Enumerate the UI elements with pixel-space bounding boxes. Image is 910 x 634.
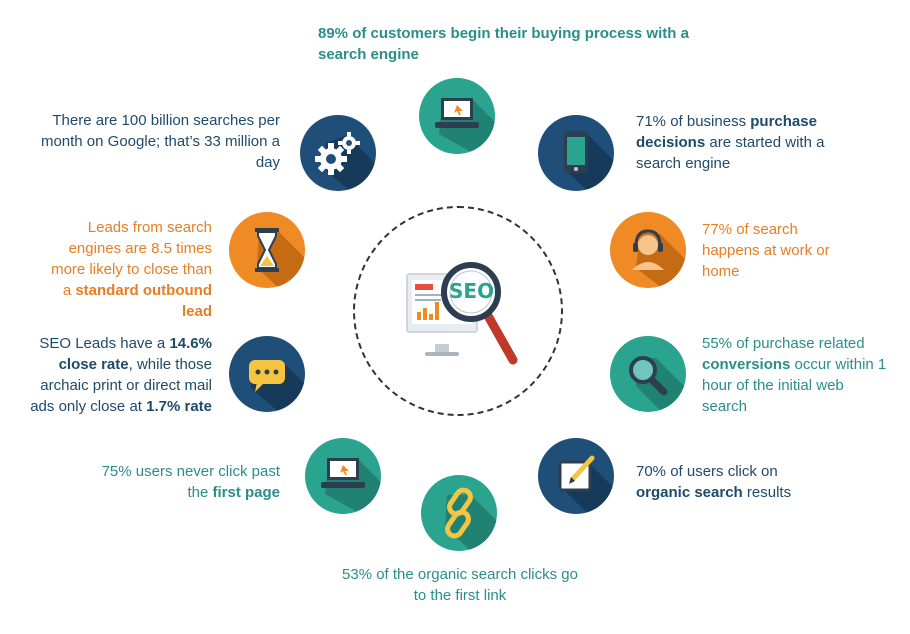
- link-icon: [445, 487, 497, 551]
- stat-8x-text: Leads from search engines are 8.5 times …: [51, 219, 212, 320]
- stat-70-circle: [538, 438, 614, 514]
- stat-75-circle: [305, 438, 381, 514]
- stat-75-text: 75% users never click past the first pag…: [101, 463, 280, 501]
- stat-70-text: 70% of users click on organic search res…: [636, 463, 792, 501]
- stat-89-text: 89% of customers begin their buying proc…: [318, 25, 689, 63]
- edit-icon: [558, 455, 614, 514]
- headset-person-icon: [632, 229, 686, 288]
- stat-seo-leads-text: SEO Leads have a 14.6% close rate, while…: [30, 335, 212, 415]
- chat-bubble-icon: [249, 360, 305, 412]
- stat-55-circle: [610, 336, 686, 412]
- laptop-icon: [435, 98, 495, 154]
- stat-77-text: 77% of search happens at work or home: [702, 221, 830, 280]
- stat-8x-circle: [229, 212, 305, 288]
- center-seo-illustration: SEO: [405, 262, 525, 372]
- gears-icon: [315, 132, 376, 191]
- stat-89-circle: [419, 78, 495, 154]
- smartphone-icon: [564, 131, 614, 191]
- stat-53-circle: [421, 475, 497, 551]
- stat-seo-leads-circle: [229, 336, 305, 412]
- stat-71-circle: [538, 115, 614, 191]
- hourglass-icon: [255, 228, 305, 288]
- stat-77-circle: [610, 212, 686, 288]
- search-icon: [629, 356, 686, 412]
- stat-71-text: 71% of business purchase decisions are s…: [636, 113, 825, 172]
- seo-logo-text: SEO: [449, 279, 495, 303]
- stat-100b-circle: [300, 115, 376, 191]
- stat-100b-text: There are 100 billion searches per month…: [40, 112, 280, 171]
- laptop-icon: [321, 458, 381, 514]
- stat-53-text: 53% of the organic search clicks go to t…: [342, 566, 578, 604]
- stat-55-text: 55% of purchase related conversions occu…: [702, 335, 887, 415]
